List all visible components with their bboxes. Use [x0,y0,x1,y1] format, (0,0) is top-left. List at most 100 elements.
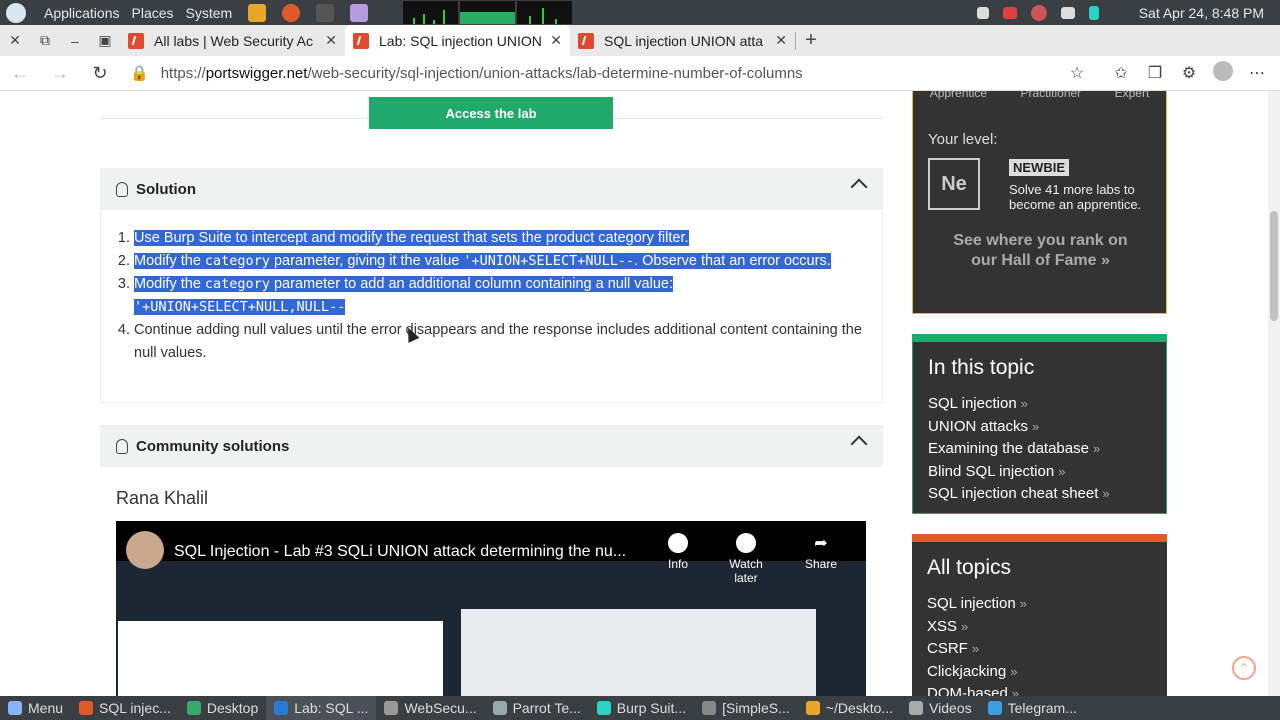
code-snippet: category [204,253,270,269]
portswigger-favicon-icon [128,32,144,49]
taskbar-item[interactable]: WebSecu... [376,696,484,720]
video-info-button[interactable]: Info [648,533,708,571]
solution-step: Use Burp Suite to intercept and modify t… [134,227,864,250]
back-to-top-icon[interactable]: ⌃ [1232,656,1256,680]
solution-heading: Solution [136,180,196,198]
app-icon [384,701,399,715]
parrot-logo-icon[interactable] [6,2,26,23]
tab-close-icon[interactable]: ✕ [325,32,337,49]
scrollbar-thumb[interactable] [1270,211,1278,321]
all-topic-link[interactable]: Clickjacking» [927,661,1027,684]
add-favorite-icon[interactable]: ☆ [1060,63,1094,83]
url-bar[interactable]: 🔒 https://portswigger.net/web-security/s… [130,59,1060,87]
more-menu-icon[interactable]: ⋯ [1240,63,1274,83]
solution-step: Modify the category parameter, giving it… [134,250,864,273]
topic-label: SQL injection [928,395,1017,412]
wifi-icon[interactable] [1060,6,1075,19]
share-label: Share [804,557,838,571]
terminal-icon[interactable] [316,3,335,22]
topic-label: SQL injection cheat sheet [928,485,1099,502]
new-tab-icon[interactable]: + [796,29,826,52]
launcher-icon[interactable] [248,3,267,22]
profile-avatar[interactable] [1206,60,1240,86]
tab-all-labs[interactable]: All labs | Web Security Ac ✕ [120,25,345,56]
forward-icon[interactable]: → [40,63,80,84]
level-practitioner: Practitioner [1020,91,1082,100]
clock[interactable]: Sat Apr 24, 8:48 PM [1139,5,1264,21]
taskbar-item[interactable]: Menu [0,696,71,720]
notification-icon[interactable] [1030,4,1047,21]
access-lab-button[interactable]: Access the lab [369,97,613,129]
menu-places[interactable]: Places [132,5,174,21]
taskbar-item[interactable]: ~/Deskto... [798,696,901,720]
firefox-icon[interactable] [282,3,301,22]
taskbar-item[interactable]: Videos [901,696,980,720]
memory-graph [460,1,515,24]
community-author: Rana Khalil [116,488,209,508]
app-icon [596,701,611,715]
double-chevron-icon: » [971,641,980,656]
favorites-icon[interactable]: ✩ [1104,63,1138,83]
menu-applications[interactable]: Applications [44,5,120,21]
window-close-icon[interactable]: ✕ [0,32,30,49]
code-snippet: '+UNION+SELECT+NULL,NULL-- [134,299,346,315]
taskbar-item[interactable]: Parrot Te... [485,696,589,720]
taskbar-label: Desktop [206,700,259,716]
page-scrollbar[interactable] [1268,91,1280,696]
tab-actions-icon[interactable]: ▣ [90,32,120,49]
chevron-up-icon[interactable] [850,435,868,453]
channel-avatar[interactable] [126,531,164,569]
tab-close-icon[interactable]: ✕ [775,32,787,49]
extensions-icon[interactable]: ⚙ [1172,63,1206,83]
video-player[interactable]: SQL Injection - Lab #3 SQLi UNION attack… [116,521,866,696]
all-topic-link[interactable]: DOM-based» [927,683,1027,696]
double-chevron-icon: » [1020,396,1028,411]
all-topic-label: CSRF [927,640,968,657]
tab-lab-sql-injection[interactable]: Lab: SQL injection UNION ✕ [345,25,570,56]
topic-link[interactable]: UNION attacks» [928,416,1110,439]
clock-icon [736,533,756,553]
taskbar-item[interactable]: SQL injec... [71,696,179,720]
taskbar-item[interactable]: Burp Suit... [589,696,694,720]
all-topic-link[interactable]: XSS» [927,616,1027,639]
topic-link[interactable]: Blind SQL injection» [928,461,1110,484]
taskbar-item[interactable]: [SimpleS... [694,696,798,720]
community-heading: Community solutions [136,437,290,455]
double-chevron-icon: » [961,618,969,634]
tab-sql-injection-union[interactable]: SQL injection UNION atta ✕ [570,25,795,56]
tab-title: All labs | Web Security Ac [154,32,313,49]
taskbar-item[interactable]: Desktop [179,696,266,720]
app-icon [186,701,201,715]
community-accordion-header[interactable]: Community solutions [100,425,883,467]
taskbar-item[interactable]: Telegram... [980,696,1085,720]
topic-link[interactable]: Examining the database» [928,438,1110,461]
tab-close-icon[interactable]: ✕ [550,32,562,49]
hall-of-fame-link[interactable]: See where you rank on our Hall of Fame » [943,231,1138,271]
refresh-icon[interactable]: ↻ [80,63,120,84]
window-minimize-icon[interactable]: – [60,33,90,49]
share-button[interactable]: ➦ Share [791,533,851,571]
topic-link[interactable]: SQL injection» [928,393,1110,416]
text-editor-icon[interactable] [350,3,369,22]
topic-link[interactable]: SQL injection cheat sheet» [928,483,1110,506]
collections-icon[interactable]: ❐ [1138,63,1172,83]
taskbar-label: Menu [28,700,64,716]
menu-system[interactable]: System [186,5,233,21]
taskbar-item[interactable]: Lab: SQL ... [266,696,377,720]
volume-icon[interactable] [976,6,989,19]
battery-icon[interactable] [1088,5,1099,20]
watch-later-button[interactable]: Watch later [716,533,776,585]
double-chevron-icon: » [1102,486,1110,501]
back-icon[interactable]: ← [0,63,40,84]
video-title[interactable]: SQL Injection - Lab #3 SQLi UNION attack… [174,543,626,561]
recorder-icon[interactable] [1002,6,1017,19]
all-topic-link[interactable]: SQL injection» [927,593,1027,616]
app-icon [274,701,289,715]
url-path: /web-security/sql-injection/union-attack… [307,64,803,82]
all-topic-link[interactable]: CSRF» [927,638,1027,661]
window-restore-icon[interactable]: ⧉ [30,32,60,49]
level-names: Apprentice Practitioner Expert [913,91,1166,100]
chevron-up-icon[interactable] [850,178,868,196]
your-level-label: Your level: [928,131,998,148]
solution-accordion-header[interactable]: Solution [100,168,883,210]
